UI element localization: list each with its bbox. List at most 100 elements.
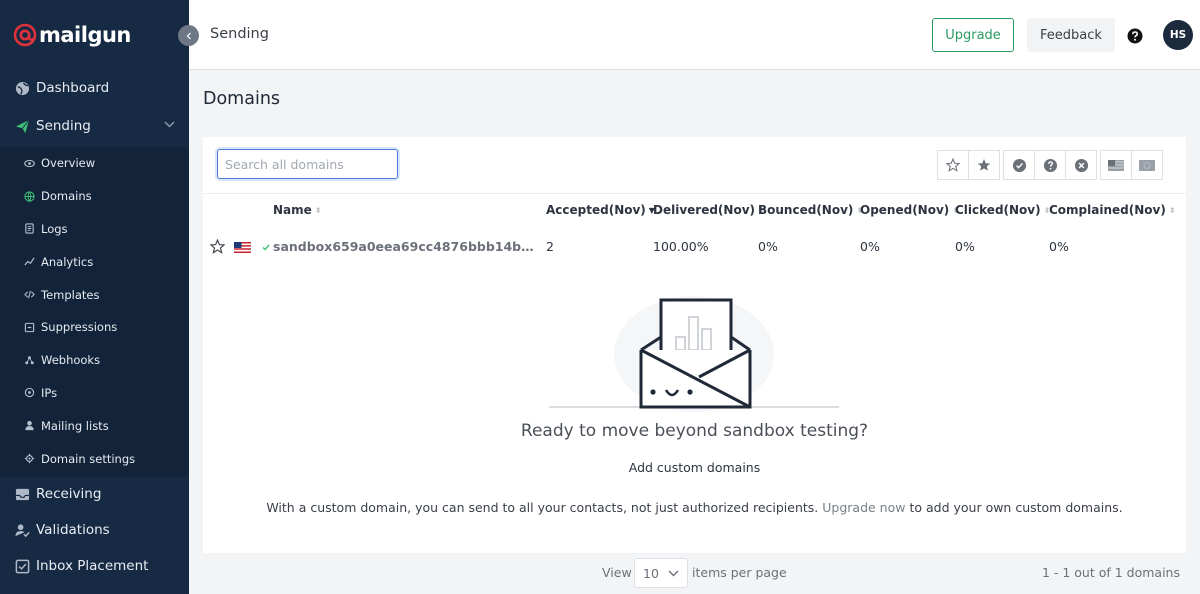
sidebar: mailgun Dashboard Sending Overview Domai… bbox=[0, 0, 189, 594]
sidebar-item-mailing-lists[interactable]: Mailing lists bbox=[0, 409, 189, 442]
user-check-icon bbox=[14, 522, 30, 538]
us-flag-icon bbox=[234, 242, 251, 253]
top-header: Sending Upgrade Feedback HS bbox=[189, 0, 1200, 70]
chevron-down-icon bbox=[668, 570, 679, 577]
sidebar-item-logs[interactable]: Logs bbox=[0, 213, 189, 246]
column-name[interactable]: Name ⬍ bbox=[273, 203, 322, 217]
sidebar-item-label: Dashboard bbox=[36, 80, 110, 96]
sidebar-item-label: Receiving bbox=[36, 486, 102, 502]
code-icon bbox=[23, 289, 35, 301]
sidebar-item-sending[interactable]: Sending bbox=[0, 108, 189, 144]
sidebar-item-label: Logs bbox=[41, 221, 68, 236]
chevron-down-icon bbox=[164, 121, 175, 128]
table-header: Name ⬍ Accepted(Nov) ▼ Delivered(Nov) ⬍ Bou… bbox=[203, 193, 1186, 225]
upgrade-button[interactable]: Upgrade bbox=[932, 18, 1014, 52]
filter-toolbar bbox=[937, 150, 1163, 180]
column-opened[interactable]: Opened(Nov) ⬍ bbox=[860, 203, 959, 217]
sidebar-item-label: Mailing lists bbox=[41, 418, 109, 433]
location-pin-icon bbox=[23, 387, 35, 399]
question-circle-icon bbox=[1043, 158, 1057, 172]
column-complained[interactable]: Complained(Nov) ⬍ bbox=[1049, 203, 1176, 217]
gear-icon bbox=[23, 453, 35, 465]
cell-complained: 0% bbox=[1049, 239, 1069, 254]
domain-name-link[interactable]: sandbox659a0eea69cc4876bbb14b1c28... bbox=[273, 239, 538, 254]
globe-icon bbox=[23, 190, 35, 202]
sidebar-item-label: Validations bbox=[36, 522, 110, 538]
sidebar-item-templates[interactable]: Templates bbox=[0, 278, 189, 311]
domains-card: Name⬍ Accepted(Nov)▼ Delivered(Nov)⬍ Bou… bbox=[203, 137, 1186, 553]
filter-eu-region-button[interactable] bbox=[1131, 150, 1163, 180]
items-per-page-select[interactable]: 10 bbox=[634, 558, 688, 588]
cell-opened: 0% bbox=[860, 239, 880, 254]
sidebar-item-label: IPs bbox=[41, 385, 58, 400]
search-input[interactable] bbox=[217, 149, 398, 179]
add-custom-domains-link[interactable]: Add custom domains bbox=[203, 460, 1186, 475]
cell-bounced: 0% bbox=[758, 239, 778, 254]
document-icon bbox=[23, 223, 35, 235]
sidebar-item-label: Webhooks bbox=[41, 353, 101, 368]
sidebar-item-label: Inbox Placement bbox=[36, 558, 149, 574]
sidebar-item-receiving[interactable]: Receiving bbox=[0, 476, 189, 512]
filter-active-button[interactable] bbox=[1003, 150, 1035, 180]
column-bounced[interactable]: Bounced(Nov) ⬍ bbox=[758, 203, 863, 217]
verified-check-icon bbox=[262, 244, 270, 251]
sidebar-item-analytics[interactable]: Analytics bbox=[0, 245, 189, 278]
sidebar-item-validations[interactable]: Validations bbox=[0, 512, 189, 548]
help-icon[interactable] bbox=[1127, 28, 1143, 44]
upgrade-now-link[interactable]: Upgrade now bbox=[822, 500, 905, 515]
sidebar-item-suppressions[interactable]: Suppressions bbox=[0, 311, 189, 344]
sending-subnav: Overview Domains Logs Analytics Template… bbox=[0, 147, 189, 477]
webhook-icon bbox=[23, 354, 35, 366]
envelope-illustration-icon bbox=[549, 296, 839, 412]
star-outline-icon bbox=[946, 158, 960, 172]
empty-state-description: With a custom domain, you can send to al… bbox=[203, 500, 1186, 515]
sidebar-item-label: Analytics bbox=[41, 254, 94, 269]
sidebar-item-inbox-placement[interactable]: Inbox Placement bbox=[0, 548, 189, 584]
sidebar-item-label: Domain settings bbox=[41, 451, 136, 466]
filter-starred-button[interactable] bbox=[968, 150, 1000, 180]
sidebar-item-dashboard[interactable]: Dashboard bbox=[0, 70, 189, 106]
sidebar-item-overview[interactable]: Overview bbox=[0, 147, 189, 180]
column-accepted[interactable]: Accepted(Nov) ▼ bbox=[546, 203, 655, 217]
eye-icon bbox=[23, 157, 35, 169]
description-text: to add your own custom domains. bbox=[905, 500, 1123, 515]
eu-flag-icon bbox=[1139, 159, 1155, 171]
avatar[interactable]: HS bbox=[1163, 20, 1193, 50]
inbox-icon bbox=[14, 486, 30, 502]
column-clicked[interactable]: Clicked(Nov) ⬍ bbox=[955, 203, 1050, 217]
cell-accepted: 2 bbox=[546, 239, 554, 254]
sidebar-item-label: Overview bbox=[41, 156, 96, 171]
filter-us-region-button[interactable] bbox=[1100, 150, 1132, 180]
breadcrumb: Sending bbox=[210, 26, 269, 42]
page-title: Domains bbox=[203, 89, 281, 109]
pagination-bar: View 10 items per page 1 - 1 out of 1 do… bbox=[189, 553, 1200, 594]
sidebar-item-ips[interactable]: IPs bbox=[0, 377, 189, 410]
brand-name: mailgun bbox=[39, 23, 131, 47]
sidebar-collapse-button[interactable] bbox=[178, 25, 199, 46]
us-flag-icon bbox=[1108, 159, 1124, 171]
star-outline-icon[interactable] bbox=[210, 239, 225, 254]
items-per-page-label: items per page bbox=[692, 565, 787, 580]
check-square-icon bbox=[14, 558, 30, 574]
cell-clicked: 0% bbox=[955, 239, 975, 254]
sidebar-item-webhooks[interactable]: Webhooks bbox=[0, 344, 189, 377]
sort-icon: ⬍ bbox=[314, 206, 322, 215]
filter-unstarred-button[interactable] bbox=[937, 150, 969, 180]
sidebar-item-domain-settings[interactable]: Domain settings bbox=[0, 442, 189, 475]
filter-unverified-button[interactable] bbox=[1034, 150, 1066, 180]
feedback-button[interactable]: Feedback bbox=[1027, 18, 1115, 52]
sidebar-item-label: Sending bbox=[36, 118, 91, 134]
mailgun-logo-icon bbox=[13, 23, 37, 47]
description-text: With a custom domain, you can send to al… bbox=[266, 500, 823, 515]
sidebar-item-domains[interactable]: Domains bbox=[0, 180, 189, 213]
star-icon bbox=[977, 159, 991, 171]
pagination-range: 1 - 1 out of 1 domains bbox=[1041, 565, 1180, 580]
mailgun-logo[interactable]: mailgun bbox=[13, 22, 131, 48]
filter-disabled-button[interactable] bbox=[1065, 150, 1097, 180]
paper-plane-icon bbox=[14, 118, 30, 134]
x-circle-icon bbox=[1074, 158, 1088, 172]
per-page-value: 10 bbox=[643, 565, 659, 581]
sidebar-item-label: Suppressions bbox=[41, 320, 118, 335]
column-delivered[interactable]: Delivered(Nov) ⬍ bbox=[653, 203, 765, 217]
sidebar-item-label: Domains bbox=[41, 189, 92, 204]
